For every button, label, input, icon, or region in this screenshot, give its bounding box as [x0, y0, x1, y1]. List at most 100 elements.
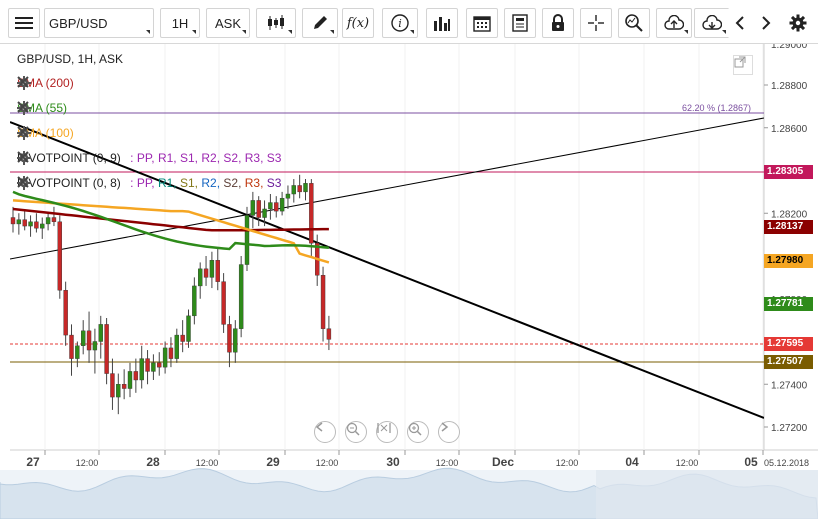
candle-body	[22, 219, 27, 227]
candle-body	[274, 202, 279, 212]
chart-type-button[interactable]	[256, 8, 296, 38]
chart-area[interactable]: 1.288001.286001.284001.282001.278001.276…	[0, 44, 818, 519]
candle-body	[86, 330, 92, 351]
navigator[interactable]	[0, 467, 818, 519]
x-tick-label: 27	[26, 455, 40, 469]
grid	[44, 44, 764, 450]
candle-body	[51, 217, 57, 222]
calendar-button[interactable]	[466, 8, 498, 38]
candle-body	[233, 328, 238, 353]
gear-icon	[789, 14, 807, 32]
candle-body	[244, 215, 250, 265]
pan-left-button[interactable]	[314, 421, 336, 443]
x-tick-label: 04	[625, 455, 639, 469]
candle-body	[320, 275, 326, 329]
legend-pivot-8[interactable]: PIVOTPOINT (0, 8) : PP, R1, S1, R2, S2, …	[17, 176, 296, 190]
hamburger-icon	[15, 17, 33, 29]
fit-icon	[377, 423, 391, 433]
lock-icon	[552, 14, 564, 31]
legend-pivot-9[interactable]: PIVOTPOINT (0, 9) : PP, R1, S1, R2, S2, …	[17, 151, 296, 165]
candle-body	[309, 183, 314, 244]
zoom-button[interactable]	[618, 8, 650, 38]
zoom-in-button[interactable]	[407, 421, 429, 443]
chevron-left-icon	[735, 16, 744, 30]
x-tick-label: 29	[266, 455, 280, 469]
candle-body	[28, 221, 33, 227]
indicators-button[interactable]: f(x)	[342, 8, 374, 38]
dropdown-caret-icon	[330, 30, 334, 34]
popout-icon	[734, 56, 746, 68]
candle-body	[180, 334, 185, 342]
legend-sma-55[interactable]: SMA (55)	[17, 101, 86, 115]
pivot-r1: R1,	[157, 176, 177, 190]
candle-body	[209, 260, 215, 278]
price-chart[interactable]: 1.288001.286001.284001.282001.278001.276…	[0, 44, 818, 519]
crosshair-button[interactable]	[580, 8, 612, 38]
candle-body	[104, 324, 109, 374]
candle-body	[69, 334, 74, 359]
chevron-right-icon	[762, 16, 771, 30]
candle-body	[168, 347, 174, 359]
info-icon: i	[391, 14, 409, 32]
arrow-left-icon	[315, 422, 323, 432]
reset-zoom-button[interactable]	[376, 421, 398, 443]
dropdown-caret-icon	[192, 30, 196, 34]
pivot-pp: : PP,	[130, 176, 155, 190]
info-button[interactable]: i	[382, 8, 418, 38]
function-icon: f(x)	[346, 15, 370, 31]
settings-button[interactable]	[786, 8, 810, 38]
zoom-out-button[interactable]	[345, 421, 367, 443]
zoom-out-icon	[346, 422, 360, 436]
x-tick-label: 12:00	[556, 458, 579, 468]
candle-body	[297, 185, 302, 193]
symbol-input[interactable]: GBP/USD	[44, 8, 154, 38]
scroll-right-button[interactable]	[754, 8, 778, 38]
legend-label: PIVOTPOINT (0, 8)	[17, 176, 121, 190]
dropdown-caret-icon	[722, 30, 726, 34]
popout-button[interactable]	[733, 55, 753, 75]
x-tick-label: 30	[386, 455, 400, 469]
price-badge-sma-100: 1.27980	[764, 254, 813, 268]
timeframe-select[interactable]: 1H	[160, 8, 200, 38]
candle-body	[57, 221, 62, 291]
candle-body	[262, 208, 267, 218]
cloud-upload-icon	[664, 15, 684, 30]
crosshair-icon	[588, 15, 604, 31]
candles-icon	[268, 15, 284, 30]
menu-button[interactable]	[8, 8, 40, 38]
navigator-window[interactable]	[596, 470, 818, 519]
download-button[interactable]	[694, 8, 730, 38]
candle-body	[151, 362, 156, 372]
descending-trendline	[10, 121, 764, 419]
candle-body	[285, 193, 291, 199]
x-axis: 27 12:00 28 12:00 29 12:00 30 12:00 Dec 12:00 04 12…	[26, 450, 809, 469]
upload-button[interactable]	[656, 8, 692, 38]
x-tick-label: 05	[744, 455, 758, 469]
candle-body	[16, 219, 22, 225]
pivot-s3: S3	[266, 176, 282, 190]
fib-level-label: 62.20 % (1.2867)	[682, 103, 752, 113]
lock-button[interactable]	[542, 8, 574, 38]
candle-body	[133, 371, 139, 381]
x-tick-label: 12:00	[76, 458, 99, 468]
price-type-select[interactable]: ASK	[206, 8, 250, 38]
candle-body	[157, 362, 162, 368]
draw-tool-button[interactable]	[302, 8, 338, 38]
bar-chart-icon	[434, 17, 450, 31]
legend-sma-100[interactable]: SMA (100)	[17, 126, 92, 140]
news-button[interactable]	[504, 8, 536, 38]
candle-body	[121, 384, 127, 389]
candle-body	[326, 328, 332, 340]
trading-chart-app: GBP/USD 1H ASK f(x) i 1.28800 1.28600 1.…	[0, 0, 818, 519]
price-type-value: ASK	[214, 15, 241, 31]
candle-body	[34, 221, 39, 229]
arrow-right-icon	[441, 422, 449, 432]
scroll-left-button[interactable]	[728, 8, 752, 38]
volume-button[interactable]	[426, 8, 458, 38]
candle-body	[145, 358, 150, 372]
candle-body	[116, 384, 121, 398]
pan-right-button[interactable]	[438, 421, 460, 443]
legend-sma-200[interactable]: SMA (200)	[17, 76, 92, 90]
candle-body	[162, 347, 168, 368]
pivot-r2: R2,	[201, 151, 221, 165]
